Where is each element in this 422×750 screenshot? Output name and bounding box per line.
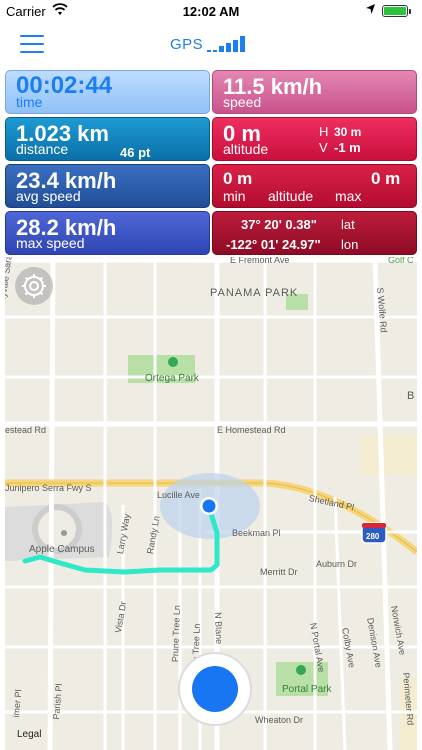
longitude-label: lon — [341, 237, 359, 252]
altitude-h-label: H — [319, 124, 329, 139]
altitude-minmax-tile: 0 m 0 m min altitude max — [212, 164, 417, 208]
nav-bar: GPS — [0, 22, 422, 66]
altitude-max-value: 0 m — [371, 169, 401, 188]
map-label-route: 280 — [366, 532, 380, 541]
points-count: 46 pt — [120, 145, 151, 160]
max-speed-tile: 28.2 km/h max speed — [5, 211, 210, 255]
map-label-junipero: Junipero Serra Fwy S — [5, 483, 92, 493]
latitude-label: lat — [341, 217, 355, 232]
location-arrow-icon — [366, 4, 375, 14]
battery-icon — [382, 5, 408, 17]
legal-link[interactable]: Legal — [17, 729, 41, 740]
max-speed-label: max speed — [16, 235, 85, 251]
altitude-mid-label: altitude — [268, 188, 314, 204]
map-label-apple: Apple Campus — [29, 544, 95, 555]
altitude-max-label: max — [335, 188, 362, 204]
signal-bars-icon — [207, 36, 245, 52]
map-label-b: B — [407, 390, 415, 402]
time-tile: 00:02:44 time — [5, 70, 210, 114]
altitude-min-label: min — [223, 188, 246, 204]
coordinates-tile: 37° 20' 0.38" lat -122° 01' 24.97" lon — [212, 211, 417, 255]
map-label-lucille: Lucille Ave — [157, 490, 200, 500]
map-label-fremont: E Fremont Ave — [230, 257, 290, 265]
speed-label: speed — [223, 94, 262, 110]
gear-icon[interactable] — [15, 267, 53, 305]
map-label-homestead-e: E Homestead Rd — [217, 425, 286, 435]
longitude-value: -122° 01' 24.97" — [226, 237, 321, 252]
map-label-panama: PANAMA PARK — [210, 287, 299, 299]
avg-speed-label: avg speed — [16, 188, 81, 204]
clock: 12:02 AM — [182, 4, 240, 19]
map-view[interactable]: E Fremont Ave Golf C PANAMA PARK Sunnyva… — [5, 257, 417, 750]
map-label-auburn: Auburn Dr — [316, 559, 358, 569]
map-label-wheaton: Wheaton Dr — [255, 715, 304, 725]
hamburger-icon[interactable] — [20, 35, 44, 53]
map-label-golf: Golf C — [388, 257, 414, 265]
record-button-icon — [192, 666, 238, 712]
map-label-beekman: Beekman Pl — [232, 528, 281, 538]
time-label: time — [16, 94, 43, 110]
altitude-label: altitude — [223, 141, 269, 157]
altitude-min-value: 0 m — [223, 169, 253, 188]
altitude-v-label: V — [319, 140, 328, 155]
distance-tile: 1.023 km distance 46 pt — [5, 117, 210, 161]
map-label-prune: Prune Tree Ln — [170, 604, 182, 663]
speed-tile: 11.5 km/h speed — [212, 70, 417, 114]
record-button[interactable] — [178, 652, 252, 726]
status-bar: Carrier 12:02 AM — [0, 0, 422, 22]
altitude-v-value: -1 m — [334, 140, 361, 155]
map-label-merritt: Merritt Dr — [260, 567, 298, 577]
map-label-portal-park: Portal Park — [282, 684, 332, 695]
latitude-value: 37° 20' 0.38" — [241, 217, 317, 232]
map-label-homestead-w: estead Rd — [5, 425, 47, 435]
battery-tip — [409, 9, 411, 14]
gps-title: GPS — [170, 36, 204, 53]
altitude-tile: 0 m altitude H 30 m V -1 m — [212, 117, 417, 161]
map-label-blaney: N Blane — [213, 612, 225, 645]
avg-speed-tile: 23.4 km/h avg speed — [5, 164, 210, 208]
map-label-ortega: Ortega Park — [145, 373, 199, 384]
altitude-h-value: 30 m — [334, 125, 362, 139]
current-location-dot — [202, 499, 216, 513]
distance-label: distance — [16, 141, 69, 157]
school-area — [360, 435, 417, 475]
